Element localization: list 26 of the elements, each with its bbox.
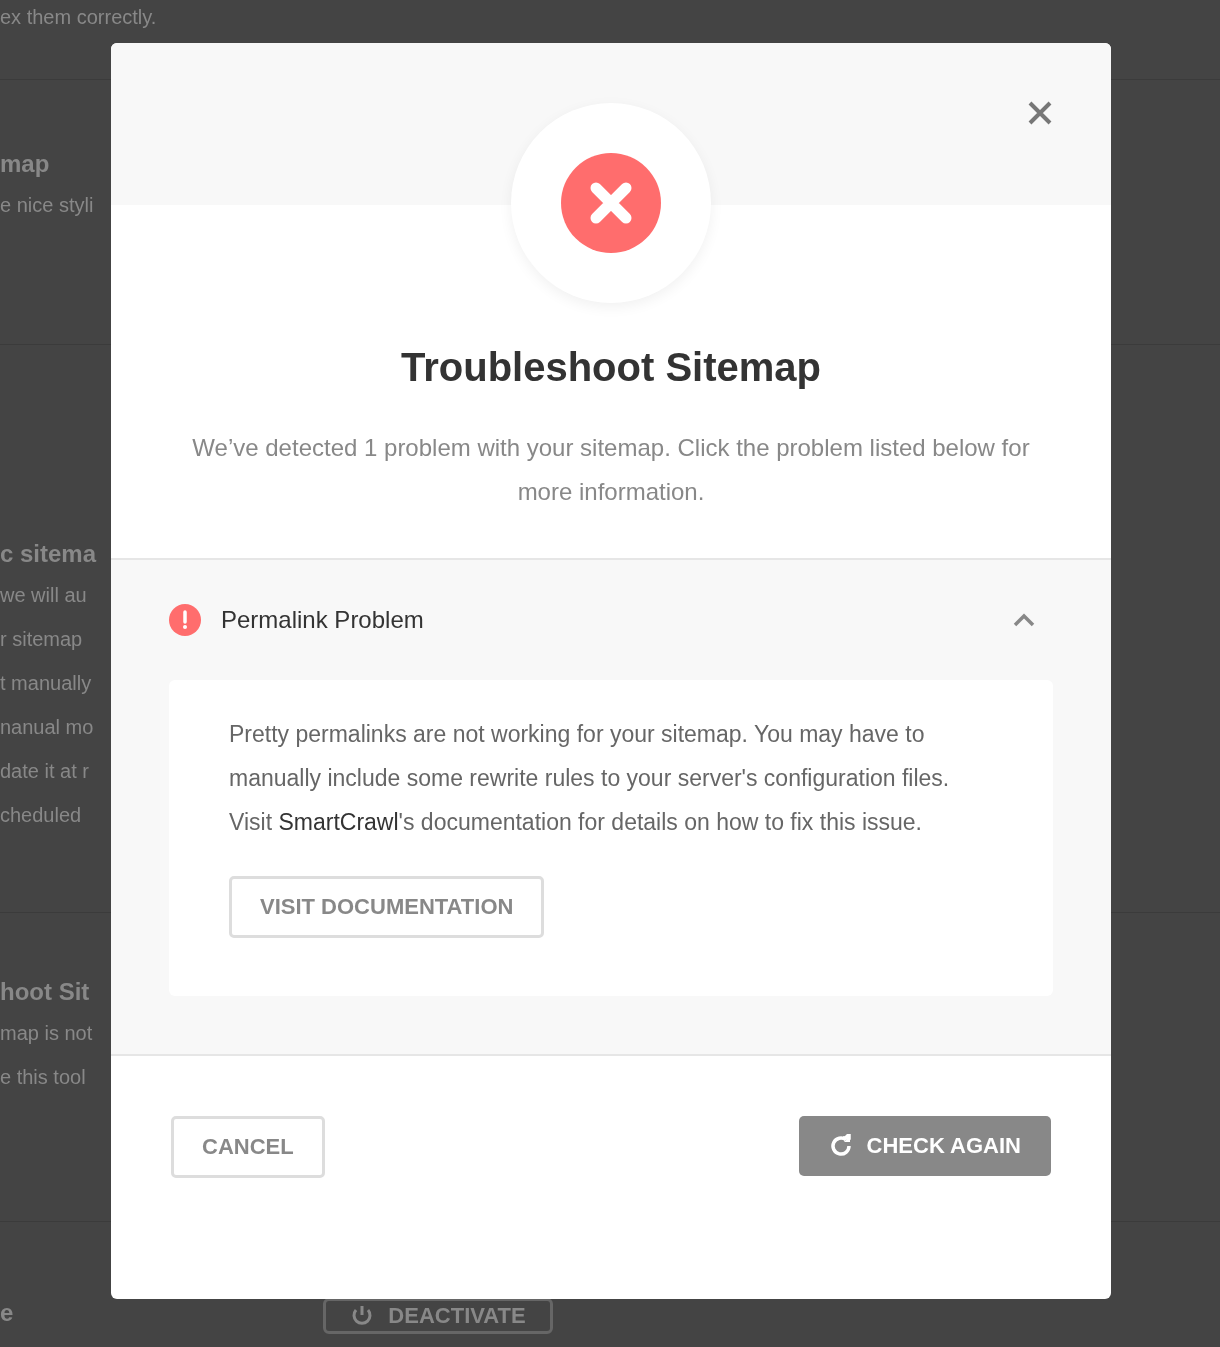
section-title: map	[0, 150, 50, 178]
section-title: e	[0, 1299, 14, 1327]
check-again-button[interactable]: CHECK AGAIN	[798, 1116, 1051, 1176]
section-text: t manually	[0, 671, 92, 696]
section-text: map is not	[0, 1021, 93, 1046]
section-text: e this tool	[0, 1065, 86, 1090]
warning-icon	[169, 604, 201, 636]
section-text: nanual mo	[0, 715, 94, 740]
section-text: date it at r	[0, 759, 89, 784]
problem-description: Pretty permalinks are not working for your sitemap. You may have to manually include some rewrite rules to your server's configuration files. Visit SmartCrawl's documentation for details on how to fix this issue.	[229, 720, 951, 837]
section-text: ex them correctly.	[0, 5, 157, 30]
section-text: cheduled	[0, 803, 82, 828]
problem-title: Permalink Problem	[221, 606, 425, 634]
visit-documentation-button[interactable]: VISIT DOCUMENTATION	[229, 876, 545, 938]
refresh-icon	[828, 1134, 853, 1158]
dialog-title: Troubleshoot Sitemap	[399, 345, 822, 390]
dialog-description: We’ve detected 1 problem with your sitemap. Click the problem listed below for more information.	[191, 433, 1031, 507]
section-text: we will au	[0, 583, 87, 608]
chevron-icon	[1013, 613, 1035, 627]
section-text: r sitemap	[0, 627, 83, 652]
error-icon	[561, 153, 661, 253]
cancel-button[interactable]: CANCEL	[171, 1116, 325, 1178]
section-title: hoot Sit	[0, 978, 90, 1006]
section-text: e nice styli	[0, 193, 94, 218]
collapse-button[interactable]	[1013, 613, 1035, 627]
section-title: c sitema	[0, 540, 97, 568]
